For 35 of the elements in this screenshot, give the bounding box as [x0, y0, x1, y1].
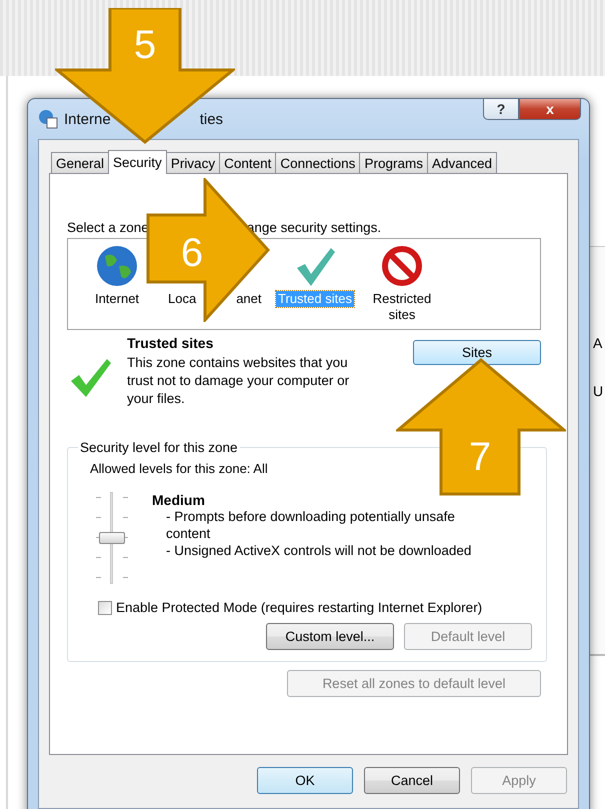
checkbox[interactable]: [98, 600, 112, 614]
tab[interactable]: Security: [108, 150, 167, 174]
dialog-button[interactable]: OK: [257, 767, 353, 794]
zone-item[interactable]: anet: [234, 291, 264, 307]
blocked-icon: [380, 244, 424, 288]
close-button[interactable]: x: [519, 98, 581, 120]
callout-arrow: 7: [396, 358, 566, 496]
level-button[interactable]: Custom level...: [266, 623, 394, 650]
group-title: Security level for this zone: [79, 440, 239, 455]
tab[interactable]: Content: [219, 152, 276, 173]
tab[interactable]: Programs: [359, 152, 428, 173]
globe-document-icon: [38, 109, 58, 129]
window-title: Interne: [64, 110, 111, 128]
background-text: U: [593, 383, 604, 399]
dialog-button[interactable]: Cancel: [364, 767, 460, 794]
slider-thumb[interactable]: [99, 532, 125, 544]
checkbox-label: Enable Protected Mode (requires restarting Internet Explorer): [116, 600, 482, 615]
tab[interactable]: Advanced: [426, 152, 497, 173]
sites-button[interactable]: Sites: [413, 340, 541, 365]
zone-item[interactable]: Loca: [166, 291, 198, 307]
zone-item[interactable]: Restricted sites: [370, 291, 434, 323]
tab[interactable]: Privacy: [166, 152, 220, 173]
tab[interactable]: General: [51, 152, 110, 173]
level-description: - Unsigned ActiveX controls will not be downloaded: [166, 542, 472, 559]
level-description: - Prompts before downloading potentially unsafe content: [166, 508, 456, 542]
globe-icon: [95, 244, 139, 288]
allowed-levels-label: Allowed levels for this zone: All: [90, 461, 268, 476]
tab[interactable]: Connections: [275, 152, 360, 173]
background-text: A: [593, 335, 602, 351]
level-name: Medium: [152, 492, 205, 508]
window-title: ties: [200, 110, 224, 128]
help-button[interactable]: ?: [483, 98, 519, 120]
zone-item[interactable]: Internet: [92, 291, 142, 307]
zone-title: Trusted sites: [127, 335, 214, 351]
zone-description: This zone contains websites that you trust not to damage your computer or your files.: [127, 354, 350, 408]
